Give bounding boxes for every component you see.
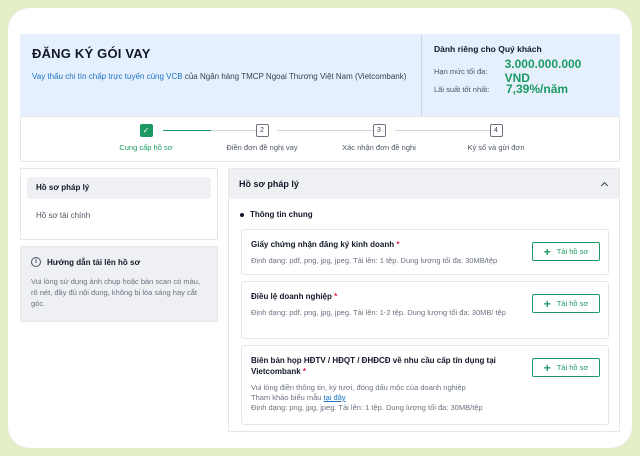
bank-name: của Ngân hàng TMCP Ngoại Thương Việt Nam… — [182, 72, 407, 81]
guide-text: Vui lòng sử dụng ảnh chụp hoặc bản scan … — [31, 277, 201, 308]
doc-title: Giấy chứng nhận đăng ký kinh doanh * — [251, 240, 400, 249]
doc-company-charter: Điều lệ doanh nghiệp * Định dạng: pdf, p… — [241, 281, 609, 339]
step-label: Điền đơn đề nghị vay — [226, 143, 298, 152]
guide-title: Hướng dẫn tải lên hồ sơ — [47, 257, 141, 267]
upload-button[interactable]: + Tải hồ sơ — [532, 242, 600, 261]
product-link[interactable]: Vay thấu chi tín chấp trực tuyến cùng VC… — [32, 72, 183, 81]
limit-row: Hạn mức tối đa: 3.000.000.000 VND — [434, 57, 608, 85]
upload-button[interactable]: + Tải hồ sơ — [532, 294, 600, 313]
plus-icon: + — [543, 244, 551, 259]
step-label: Ký số và gửi đơn — [467, 143, 525, 152]
panel-title: Hồ sơ pháp lý — [239, 179, 299, 189]
step-number: 2 — [255, 124, 269, 137]
doc-business-registration: Giấy chứng nhận đăng ký kinh doanh * Địn… — [241, 229, 609, 275]
guide-header: i Hướng dẫn tải lên hồ sơ — [31, 257, 207, 267]
progress-stepper: ✓ Cung cấp hồ sơ 2 Điền đơn đề nghị vay … — [20, 116, 620, 162]
step-4[interactable]: 4 Ký số và gửi đơn — [436, 124, 556, 152]
doc-requirements: Định dạng: pdf, png, jpg, jpeg. Tải lên:… — [251, 256, 498, 265]
bullet-icon — [240, 212, 244, 217]
plus-icon: + — [543, 360, 551, 375]
menu-item-legal[interactable]: Hồ sơ pháp lý — [27, 177, 211, 199]
loan-header: ĐĂNG KÝ GÓI VAY Vay thấu chi tín chấp tr… — [20, 34, 620, 116]
info-icon: i — [31, 257, 41, 267]
legal-documents-panel: Hồ sơ pháp lý Thông tin chung Giấy chứng… — [228, 168, 620, 432]
step-2[interactable]: 2 Điền đơn đề nghị vay — [202, 124, 322, 152]
step-label: Xác nhận đơn đề nghị — [342, 143, 416, 152]
step-label: Cung cấp hồ sơ — [119, 143, 173, 152]
rate-value: 7,39%/năm — [506, 82, 569, 96]
header-info: ĐĂNG KÝ GÓI VAY Vay thấu chi tín chấp tr… — [20, 34, 422, 116]
limit-value: 3.000.000.000 VND — [504, 57, 582, 85]
page-title: ĐĂNG KÝ GÓI VAY — [32, 46, 151, 61]
doc-title: Điều lệ doanh nghiệp * — [251, 292, 338, 301]
plus-icon: + — [543, 296, 551, 311]
section-heading: Thông tin chung — [240, 210, 619, 219]
rate-label: Lãi suất tốt nhất: — [434, 84, 490, 94]
doc-title: Biên bản họp HĐTV / HĐQT / ĐHĐCĐ về nhu … — [251, 356, 496, 376]
limit-label: Hạn mức tối đa: — [434, 66, 488, 76]
panel-header[interactable]: Hồ sơ pháp lý — [229, 169, 619, 199]
menu-item-financial[interactable]: Hồ sơ tài chính — [27, 205, 211, 227]
document-category-menu: Hồ sơ pháp lý Hồ sơ tài chính — [20, 168, 218, 240]
step-number: 4 — [489, 124, 503, 137]
app-frame: ĐĂNG KÝ GÓI VAY Vay thấu chi tín chấp tr… — [8, 8, 632, 448]
page-subtitle: Vay thấu chi tín chấp trực tuyến cùng VC… — [32, 71, 409, 82]
doc-meeting-minutes: Biên bản họp HĐTV / HĐQT / ĐHĐCĐ về nhu … — [241, 345, 609, 425]
step-number: 3 — [372, 124, 386, 137]
chevron-up-icon[interactable] — [601, 180, 609, 188]
template-link[interactable]: tại đây — [324, 393, 346, 402]
doc-requirements: Vui lòng điền thông tin, ký tươi, đóng d… — [251, 383, 483, 412]
offer-box: Dành riêng cho Quý khách Hạn mức tối đa:… — [422, 34, 620, 116]
check-icon: ✓ — [139, 124, 153, 137]
step-1[interactable]: ✓ Cung cấp hồ sơ — [86, 124, 206, 152]
step-3[interactable]: 3 Xác nhận đơn đề nghị — [319, 124, 439, 152]
offer-title: Dành riêng cho Quý khách — [434, 44, 542, 54]
section-title: Thông tin chung — [250, 210, 313, 219]
doc-requirements: Định dạng: pdf, png, jpg, jpeg. Tải lên:… — [251, 308, 506, 317]
upload-guide: i Hướng dẫn tải lên hồ sơ Vui lòng sử dụ… — [20, 246, 218, 322]
upload-button[interactable]: + Tải hồ sơ — [532, 358, 600, 377]
